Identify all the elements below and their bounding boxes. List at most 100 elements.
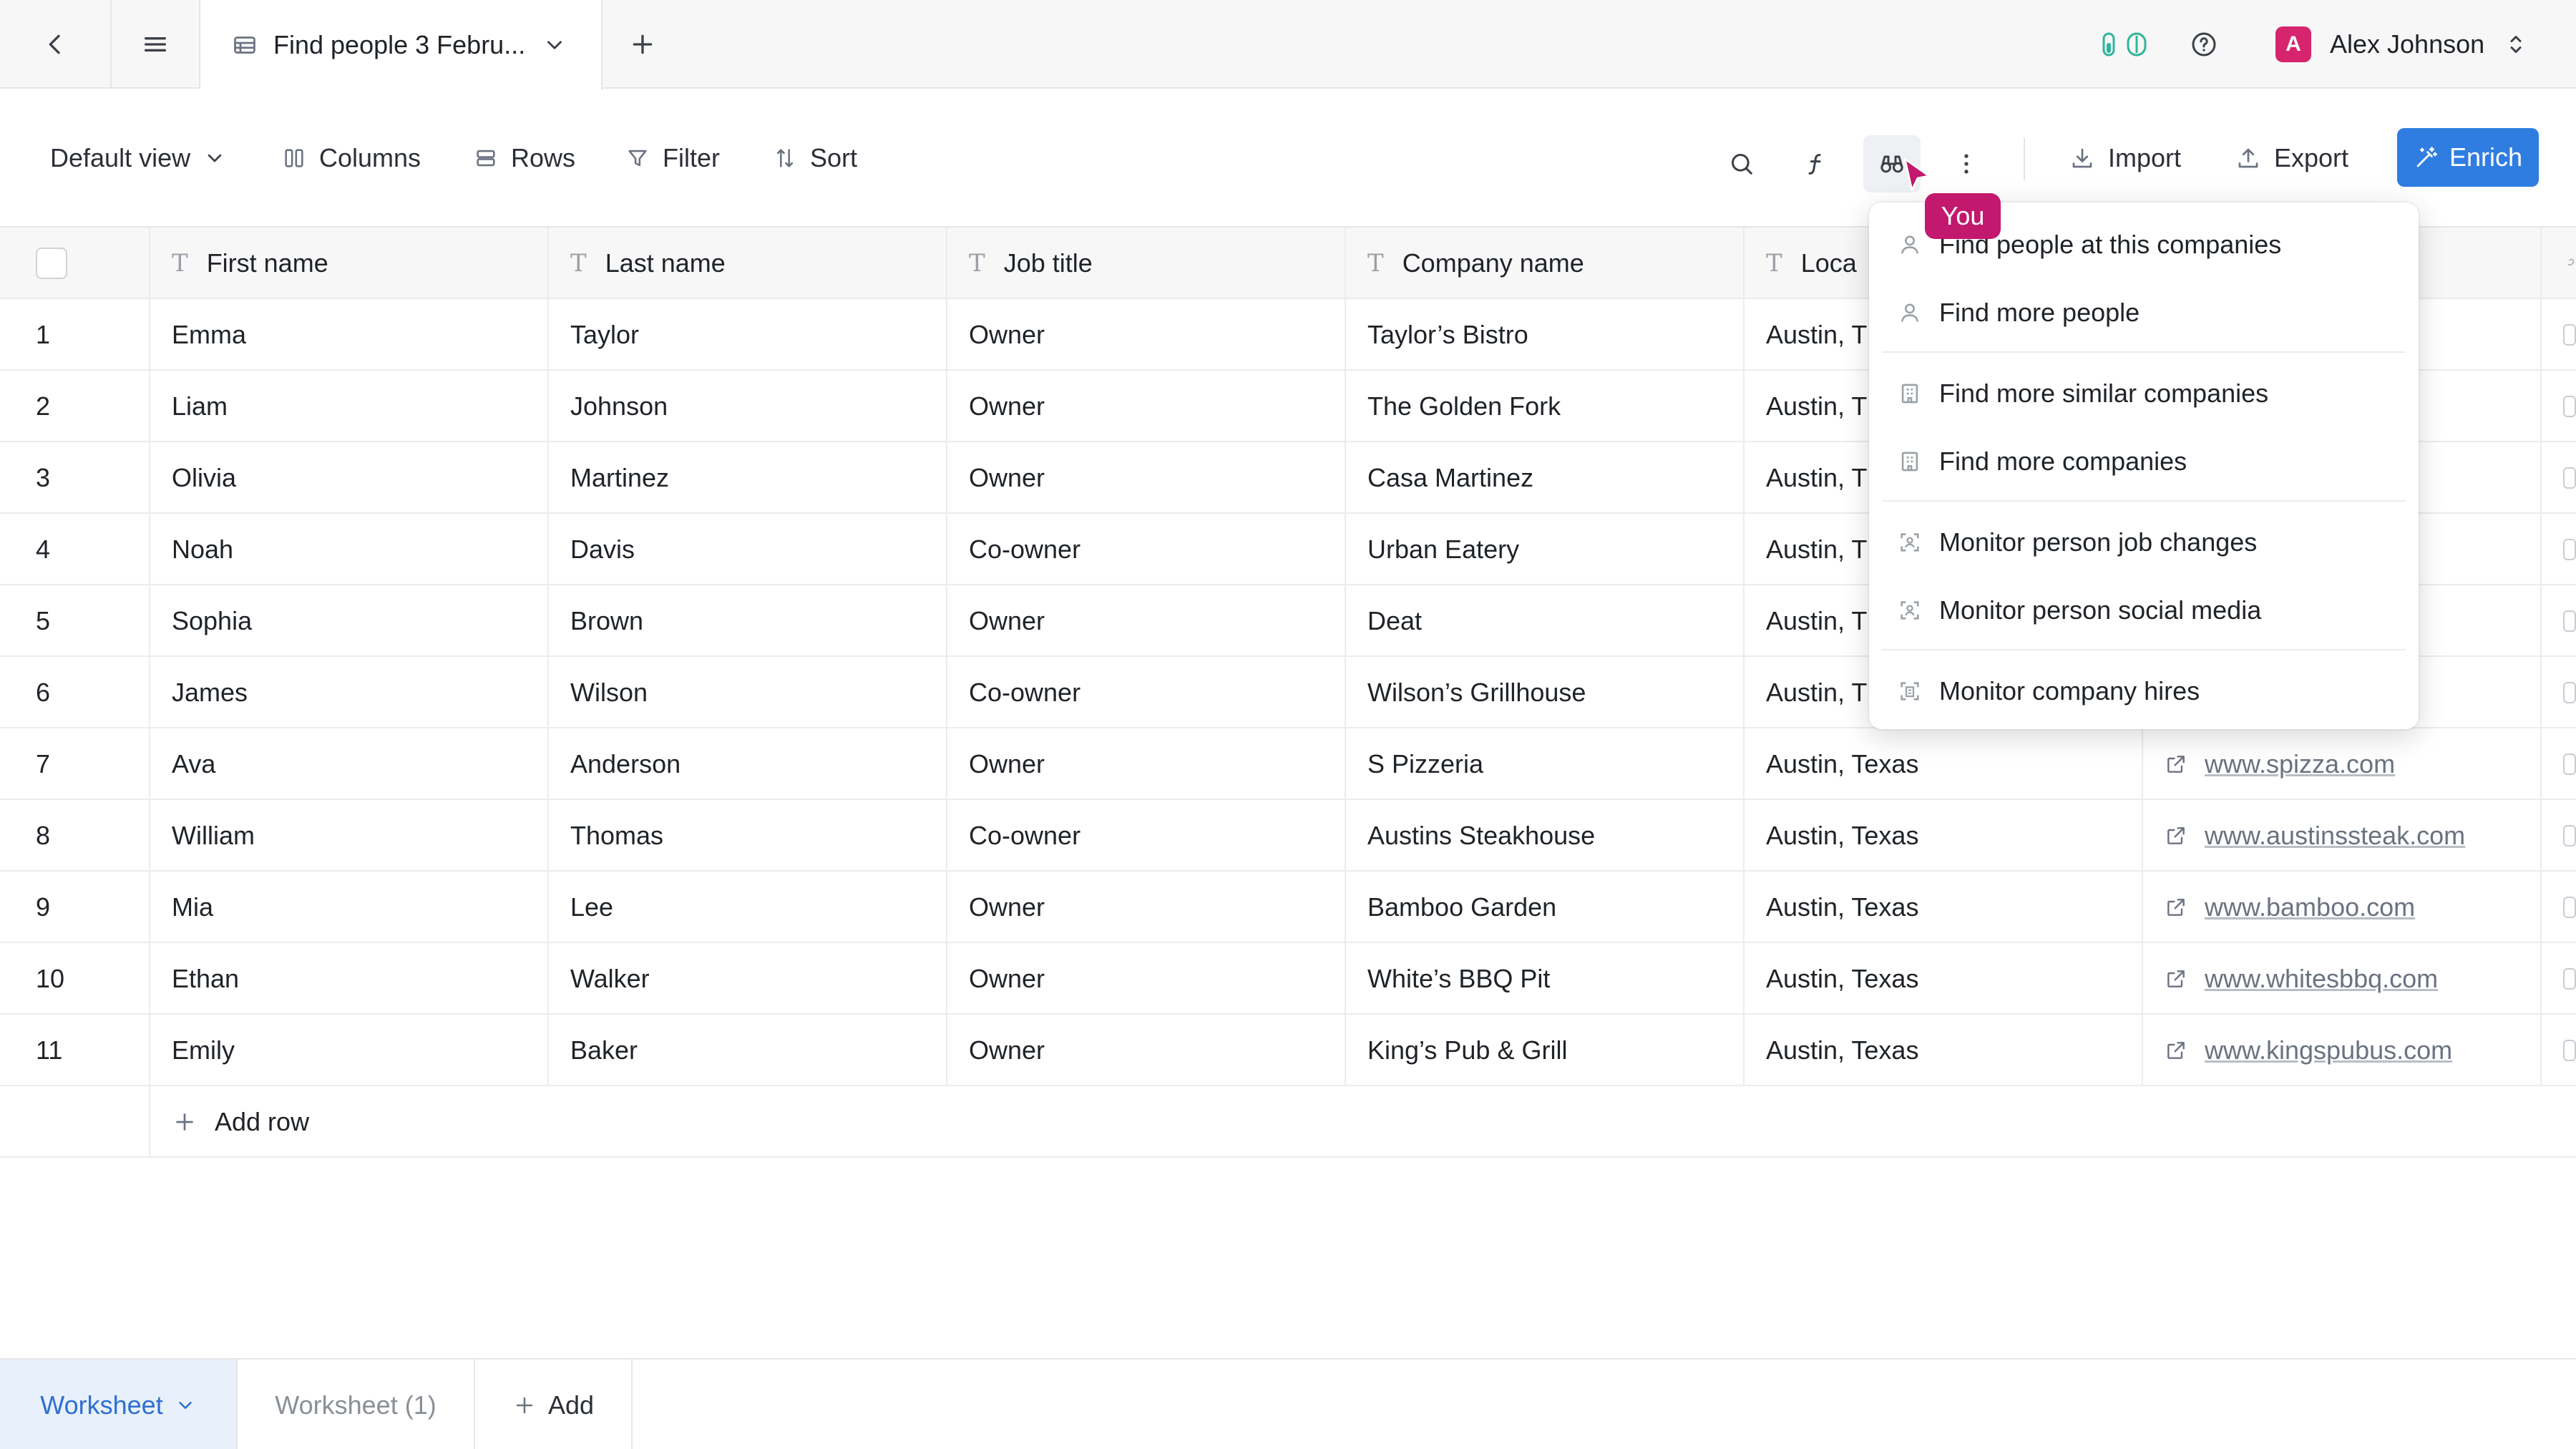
cell-overflow[interactable] [2542, 514, 2576, 585]
menu-item-find-more-people[interactable]: Find more people [1869, 280, 2419, 345]
overflow-checkbox[interactable] [2563, 1040, 2576, 1061]
cell-first-name[interactable]: James [150, 657, 549, 728]
menu-item-monitor-company-hires[interactable]: Monitor company hires [1869, 659, 2419, 723]
cell-last-name[interactable]: Davis [549, 514, 947, 585]
row-index[interactable]: 7 [0, 728, 150, 800]
row-index[interactable]: 1 [0, 299, 150, 371]
cell-first-name[interactable]: William [150, 800, 549, 872]
view-selector[interactable]: Default view [50, 90, 226, 226]
help-button[interactable] [2190, 0, 2218, 89]
cell-location[interactable]: Austin, Texas [1745, 872, 2143, 943]
table-row[interactable]: 8 William Thomas Co-owner Austins Steakhouse… [0, 800, 2576, 872]
cell-overflow[interactable] [2542, 800, 2576, 872]
row-index[interactable]: 3 [0, 442, 150, 514]
cell-last-name[interactable]: Johnson [549, 371, 947, 442]
cell-location[interactable]: Austin, Texas [1745, 1015, 2143, 1086]
overflow-checkbox[interactable] [2563, 539, 2576, 560]
cell-website[interactable]: www.austinssteak.com [2143, 800, 2542, 872]
row-index[interactable]: 4 [0, 514, 150, 585]
cell-job-title[interactable]: Co-owner [947, 657, 1346, 728]
cell-company-name[interactable]: Taylor’s Bistro [1346, 299, 1745, 371]
cell-job-title[interactable]: Owner [947, 872, 1346, 943]
table-row[interactable]: 9 Mia Lee Owner Bamboo Garden Austin, Texas ww… [0, 872, 2576, 943]
cell-overflow[interactable] [2542, 728, 2576, 800]
cell-overflow[interactable] [2542, 299, 2576, 371]
row-index[interactable]: 11 [0, 1015, 150, 1086]
cell-website[interactable]: www.spizza.com [2143, 728, 2542, 800]
cell-last-name[interactable]: Walker [549, 943, 947, 1015]
search-button[interactable] [1713, 135, 1770, 192]
row-index[interactable]: 5 [0, 585, 150, 657]
select-all-checkbox[interactable] [36, 248, 67, 279]
columns-button[interactable]: Columns [282, 90, 421, 226]
cell-overflow[interactable] [2542, 442, 2576, 514]
website-link[interactable]: www.whitesbbq.com [2205, 964, 2438, 994]
menu-item-find-more-companies[interactable]: Find more companies [1869, 429, 2419, 494]
cell-website[interactable]: www.bamboo.com [2143, 872, 2542, 943]
cell-job-title[interactable]: Owner [947, 371, 1346, 442]
cell-overflow[interactable] [2542, 371, 2576, 442]
row-index[interactable]: 9 [0, 872, 150, 943]
more-button[interactable] [1938, 135, 1995, 192]
row-index[interactable]: 6 [0, 657, 150, 728]
sheet-tab-worksheet[interactable]: Worksheet [0, 1360, 238, 1449]
cell-job-title[interactable]: Owner [947, 585, 1346, 657]
cell-overflow[interactable] [2542, 872, 2576, 943]
cell-job-title[interactable]: Owner [947, 728, 1346, 800]
column-header-company-name[interactable]: T Company name [1346, 228, 1745, 299]
cell-location[interactable]: Austin, Texas [1745, 728, 2143, 800]
column-header-more[interactable] [2542, 228, 2576, 299]
overflow-checkbox[interactable] [2563, 897, 2576, 918]
cell-location[interactable]: Austin, Texas [1745, 800, 2143, 872]
cell-overflow[interactable] [2542, 657, 2576, 728]
cell-last-name[interactable]: Anderson [549, 728, 947, 800]
cell-first-name[interactable]: Olivia [150, 442, 549, 514]
add-row-button[interactable]: Add row [150, 1086, 2576, 1158]
add-sheet-button[interactable]: Add [475, 1360, 633, 1449]
cell-company-name[interactable]: The Golden Fork [1346, 371, 1745, 442]
column-header-last-name[interactable]: T Last name [549, 228, 947, 299]
cell-job-title[interactable]: Owner [947, 943, 1346, 1015]
cell-company-name[interactable]: King’s Pub & Grill [1346, 1015, 1745, 1086]
cell-company-name[interactable]: Bamboo Garden [1346, 872, 1745, 943]
overflow-checkbox[interactable] [2563, 467, 2576, 489]
cell-overflow[interactable] [2542, 1015, 2576, 1086]
cell-first-name[interactable]: Ethan [150, 943, 549, 1015]
cell-company-name[interactable]: Wilson’s Grillhouse [1346, 657, 1745, 728]
new-tab-button[interactable] [602, 0, 683, 89]
cell-last-name[interactable]: Brown [549, 585, 947, 657]
cell-first-name[interactable]: Mia [150, 872, 549, 943]
overflow-checkbox[interactable] [2563, 682, 2576, 703]
cell-job-title[interactable]: Co-owner [947, 514, 1346, 585]
cell-first-name[interactable]: Emily [150, 1015, 549, 1086]
cell-last-name[interactable]: Wilson [549, 657, 947, 728]
user-menu[interactable]: A Alex Johnson [2275, 0, 2529, 89]
cell-location[interactable]: Austin, Texas [1745, 943, 2143, 1015]
cell-last-name[interactable]: Martinez [549, 442, 947, 514]
cell-company-name[interactable]: White’s BBQ Pit [1346, 943, 1745, 1015]
cell-company-name[interactable]: Urban Eatery [1346, 514, 1745, 585]
sheet-tab-worksheet-1[interactable]: Worksheet (1) [238, 1360, 475, 1449]
cell-first-name[interactable]: Liam [150, 371, 549, 442]
website-link[interactable]: www.kingspubus.com [2205, 1035, 2452, 1065]
overflow-checkbox[interactable] [2563, 324, 2576, 346]
cell-job-title[interactable]: Owner [947, 1015, 1346, 1086]
cell-company-name[interactable]: S Pizzeria [1346, 728, 1745, 800]
website-link[interactable]: www.spizza.com [2205, 749, 2395, 779]
menu-button[interactable] [112, 0, 200, 89]
menu-item-monitor-social-media[interactable]: Monitor person social media [1869, 578, 2419, 643]
enrich-button[interactable]: Enrich [2397, 128, 2539, 187]
cell-overflow[interactable] [2542, 943, 2576, 1015]
menu-item-monitor-job-changes[interactable]: Monitor person job changes [1869, 510, 2419, 575]
cell-job-title[interactable]: Owner [947, 299, 1346, 371]
cell-first-name[interactable]: Emma [150, 299, 549, 371]
website-link[interactable]: www.austinssteak.com [2205, 821, 2465, 851]
cell-job-title[interactable]: Owner [947, 442, 1346, 514]
formula-button[interactable] [1787, 135, 1845, 192]
cell-first-name[interactable]: Sophia [150, 585, 549, 657]
overflow-checkbox[interactable] [2563, 396, 2576, 417]
cell-first-name[interactable]: Noah [150, 514, 549, 585]
back-button[interactable] [0, 0, 112, 89]
column-header-job-title[interactable]: T Job title [947, 228, 1346, 299]
overflow-checkbox[interactable] [2563, 753, 2576, 775]
